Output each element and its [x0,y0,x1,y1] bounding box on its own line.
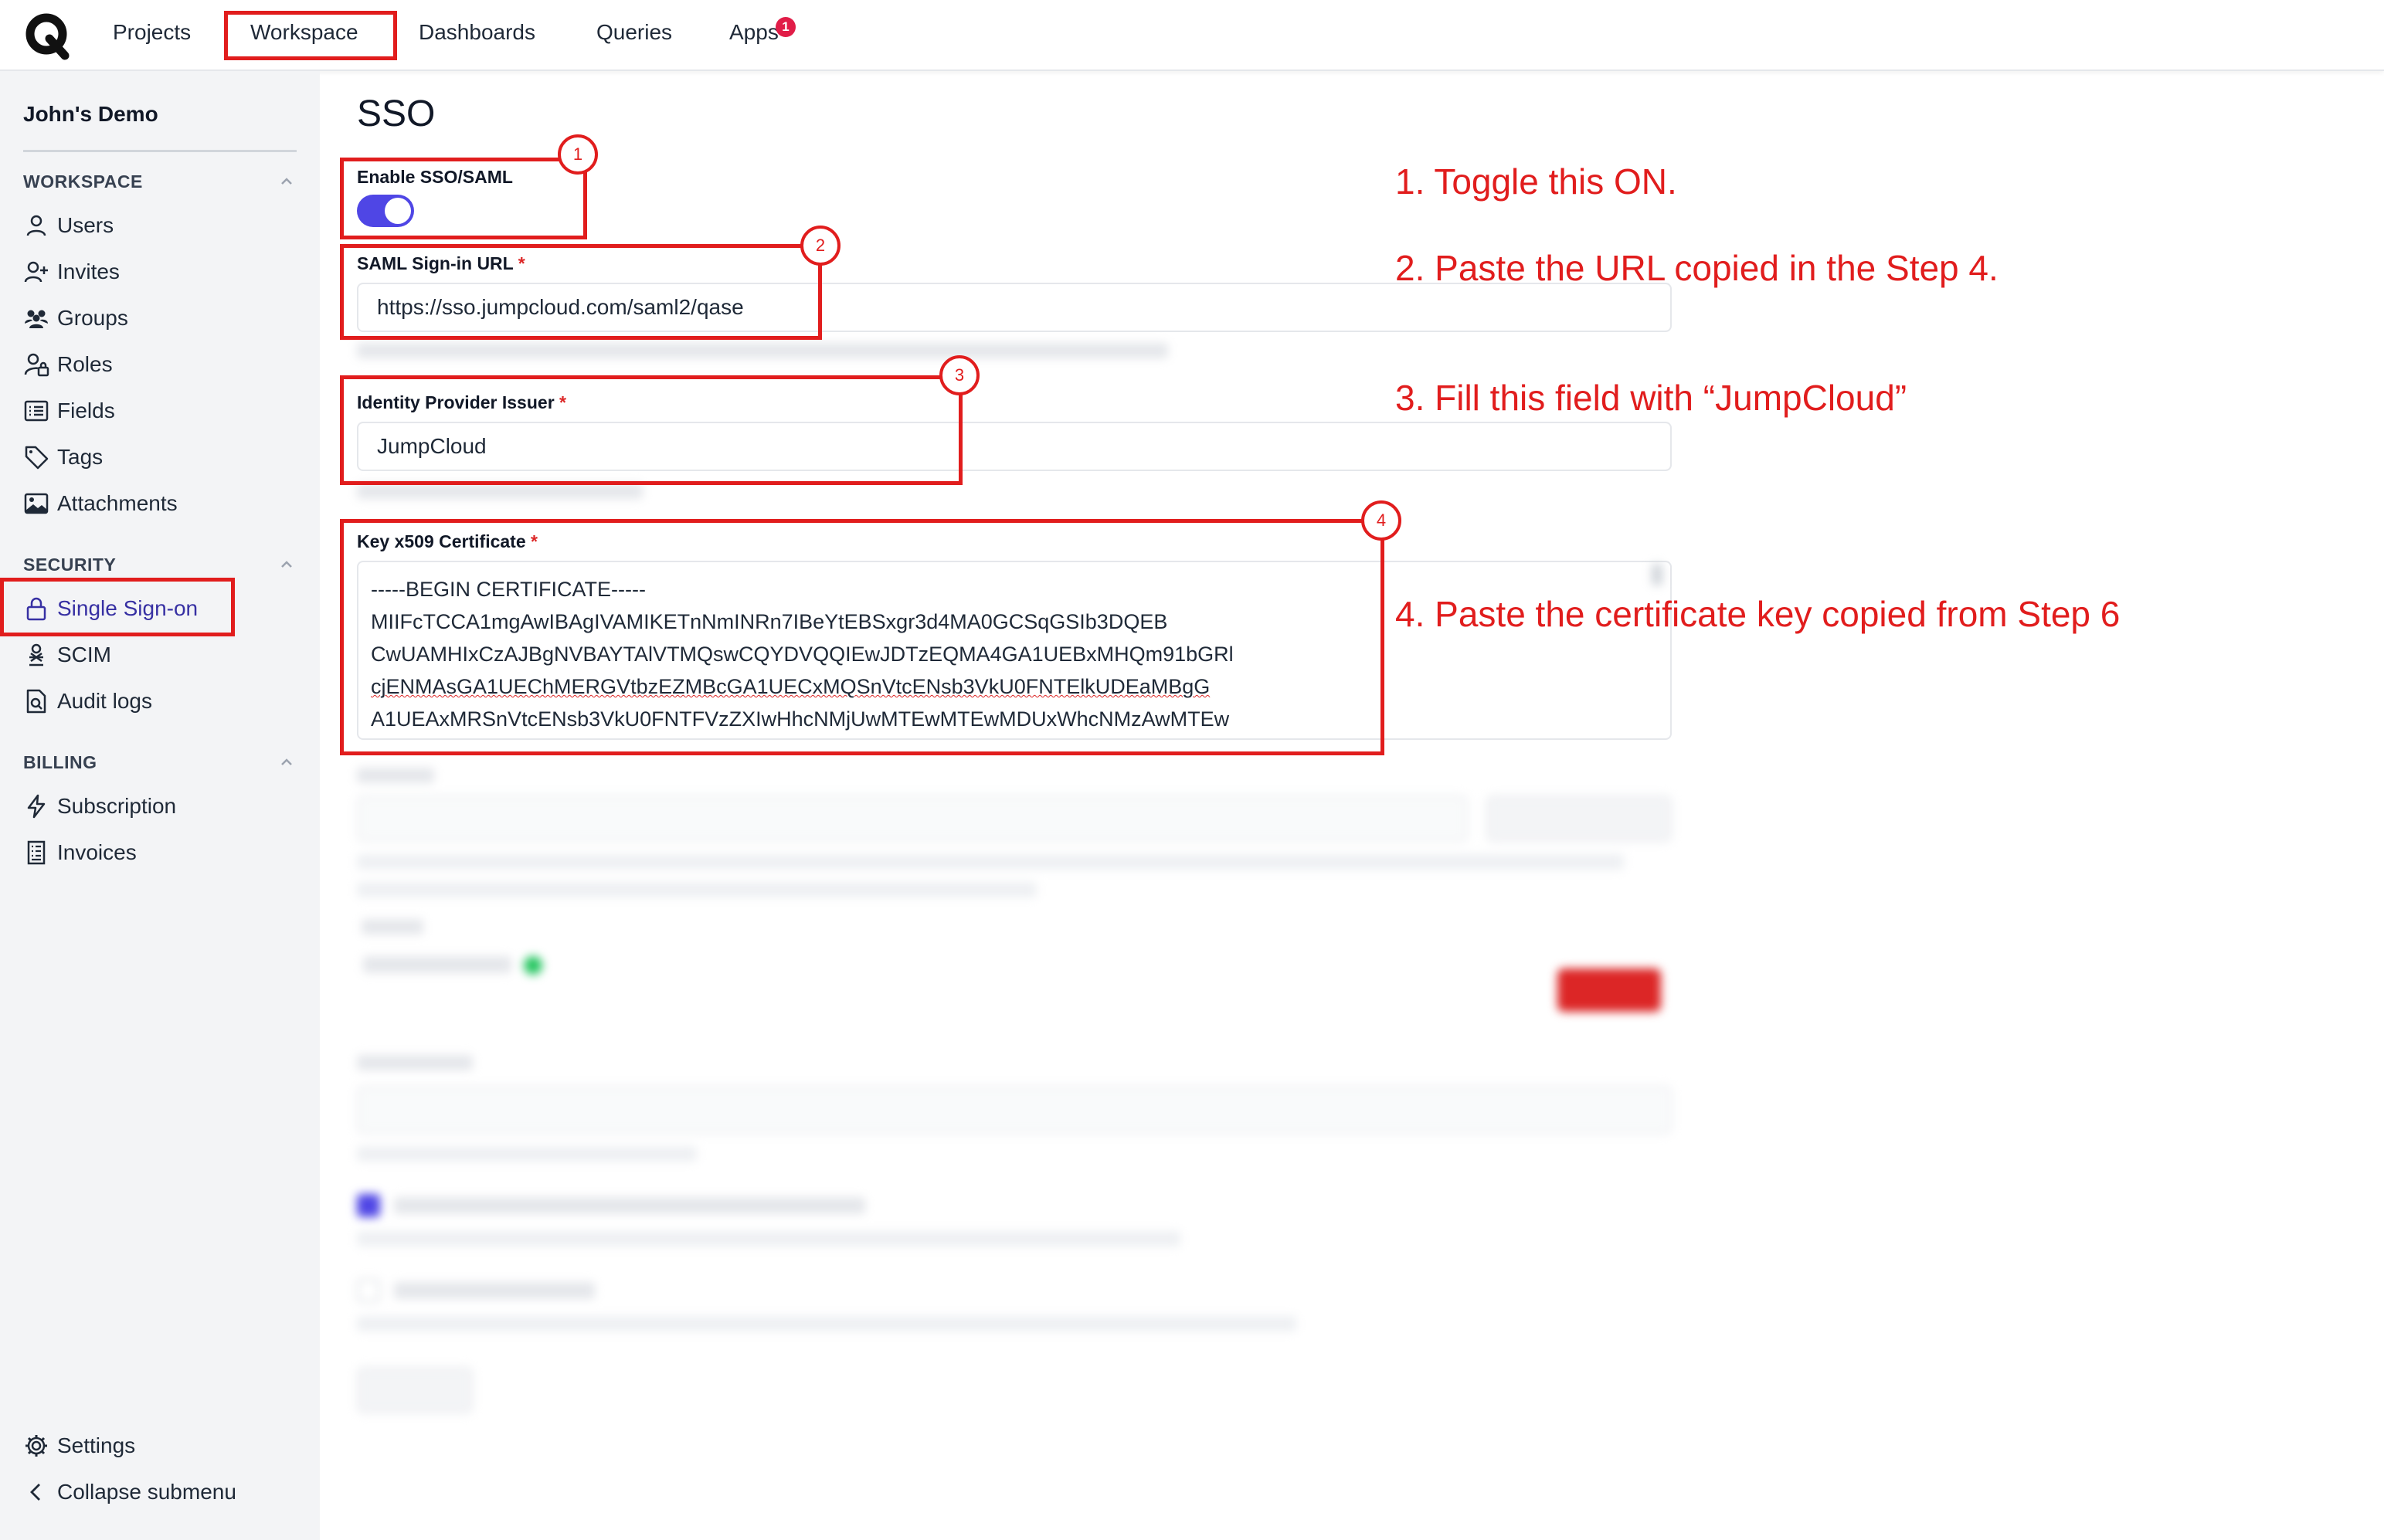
sidebar-item-users[interactable]: Users [23,207,301,244]
auto-add-help [357,1231,1180,1247]
user-icon [26,215,46,236]
add-domain-button[interactable] [1486,795,1672,842]
collapse-submenu-button[interactable]: Collapse submenu [23,1474,301,1511]
sidebar-item-label: Audit logs [57,689,152,713]
chevron-up-icon[interactable] [278,556,295,573]
bolt-icon [27,794,46,819]
disable-common-login-help [357,1316,1296,1331]
highlight-enable-sso [340,158,587,239]
domain-entry [363,956,511,973]
gear-icon [25,1435,47,1457]
sidebar-item-scim[interactable]: SCIM [23,636,301,673]
sidebar-item-fields[interactable]: Fields [23,392,301,429]
default-role-label [357,1055,473,1070]
sidebar-item-label: Tags [57,445,104,469]
annotation-note-4: 4. Paste the certificate key copied from… [1395,594,2121,634]
audit-log-icon [26,689,46,714]
sidebar-divider [23,150,297,152]
tag-icon [25,446,49,470]
chevron-up-icon[interactable] [278,173,295,190]
sidebar-item-label: Invoices [57,840,137,864]
image-icon [24,493,49,514]
highlight-sign-in-url [340,244,822,340]
sidebar-item-label: Attachments [57,491,178,515]
collapse-submenu-label: Collapse submenu [57,1480,236,1504]
sign-in-url-help-text [357,343,1168,358]
disable-common-login-checkbox[interactable] [357,1279,380,1302]
settings-label: Settings [57,1433,136,1457]
domains-label-placeholder [357,768,434,783]
sidebar-item-label: SCIM [57,643,111,667]
disable-common-login-label [394,1282,595,1299]
groups-icon [25,310,48,328]
chevron-left-icon [30,1484,40,1501]
sidebar-item-subscription[interactable]: Subscription [23,788,301,825]
apps-notification-badge: 1 [776,17,796,37]
annotation-marker-2: 2 [800,226,841,266]
annotation-note-3: 3. Fill this field with “JumpCloud” [1395,378,1907,418]
highlight-workspace-nav [224,11,397,60]
annotation-marker-1: 1 [558,134,598,175]
sidebar: John's Demo WORKSPACE Users Invites Grou… [0,71,320,1540]
nav-queries[interactable]: Queries [596,20,672,45]
annotation-note-1: 1. Toggle this ON. [1395,161,1677,202]
section-title-security[interactable]: SECURITY [23,555,116,575]
default-role-help [357,1146,697,1162]
workspace-name: John's Demo [23,102,158,126]
annotation-marker-3: 3 [939,355,980,395]
delete-domain-button[interactable] [1557,968,1661,1012]
sidebar-item-label: Subscription [57,794,177,818]
auto-add-readonly-checkbox[interactable] [357,1194,380,1217]
domains-help-line [357,882,1037,897]
sidebar-item-label: Roles [57,352,113,376]
nav-dashboards[interactable]: Dashboards [419,20,535,45]
textarea-scrollbar[interactable] [1652,564,1662,585]
scim-icon [29,643,43,667]
sidebar-item-label: Invites [57,259,120,283]
qase-logo[interactable] [23,11,73,60]
sidebar-item-tags[interactable]: Tags [23,439,301,476]
domain-input[interactable] [357,795,1468,842]
sidebar-settings[interactable]: Settings [23,1427,301,1464]
sidebar-item-roles[interactable]: Roles [23,346,301,383]
page-title: SSO [357,93,436,134]
sidebar-item-label: Users [57,213,114,237]
sidebar-item-label: Fields [57,399,115,422]
default-role-select[interactable] [357,1086,1672,1134]
user-plus-icon [24,261,48,283]
highlight-single-sign-on [0,578,235,636]
user-lock-icon [24,353,49,377]
save-button[interactable] [357,1367,473,1413]
saml-domain-header [362,919,423,935]
highlight-certificate [340,519,1384,755]
auto-add-label [394,1197,865,1214]
nav-projects[interactable]: Projects [113,20,191,45]
sidebar-item-audit-logs[interactable]: Audit logs [23,683,301,720]
receipt-icon [27,840,46,865]
section-title-workspace[interactable]: WORKSPACE [23,171,143,192]
sidebar-item-label: Groups [57,306,128,330]
sidebar-item-invoices[interactable]: Invoices [23,834,301,871]
verified-status-dot [524,956,542,975]
list-icon [24,400,49,422]
sidebar-item-groups[interactable]: Groups [23,300,301,337]
nav-apps[interactable]: Apps [729,20,779,45]
annotation-note-2: 2. Paste the URL copied in the Step 4. [1395,248,1999,288]
sidebar-item-invites[interactable]: Invites [23,253,301,290]
issuer-help-text [357,483,643,499]
domains-help-line [357,854,1624,870]
sidebar-item-attachments[interactable]: Attachments [23,485,301,522]
highlight-issuer [340,375,963,485]
chevron-up-icon[interactable] [278,754,295,771]
section-title-billing[interactable]: BILLING [23,752,97,773]
annotation-marker-4: 4 [1361,500,1401,541]
